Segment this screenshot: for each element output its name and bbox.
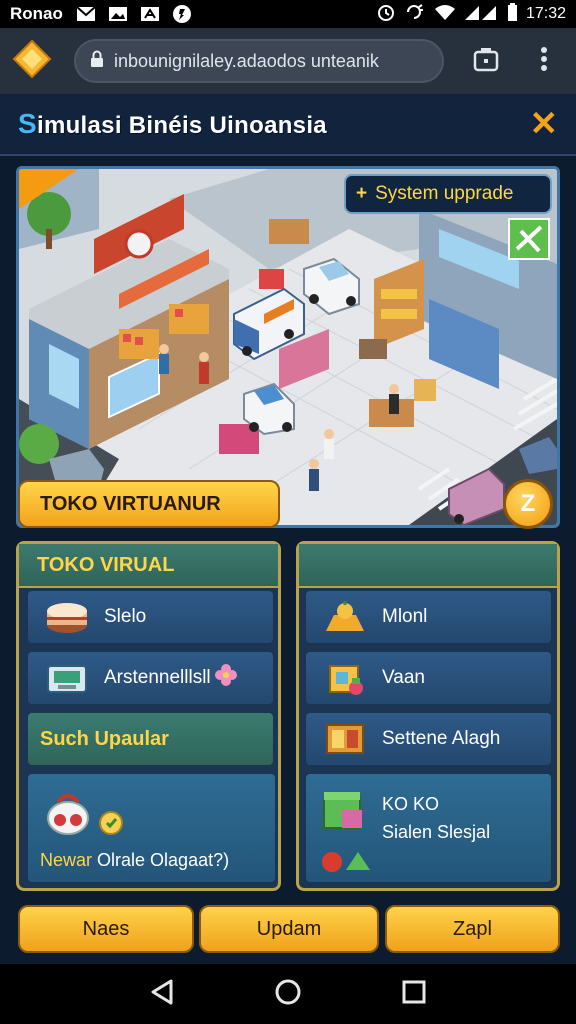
- lock-icon: [90, 50, 104, 73]
- status-bar: Ronao 17:32: [0, 0, 576, 28]
- carrier-name: Ronao: [10, 4, 63, 23]
- menu-item-slelo[interactable]: Slelo: [26, 589, 275, 645]
- featured-line-1: KO KO: [382, 794, 440, 814]
- menu-item-label: Vaan: [382, 667, 425, 688]
- title-first-letter: S: [18, 108, 37, 139]
- signal-icon: [464, 3, 498, 26]
- isometric-store-illustration: [19, 169, 557, 525]
- clock-time: 17:32: [525, 5, 566, 22]
- flight-icon: [139, 4, 161, 24]
- featured-line-2: Sialen Slesjal: [382, 822, 491, 842]
- menu-item-settene-alagh[interactable]: Settene Alagh: [304, 711, 553, 767]
- bottom-button-naes[interactable]: Naes: [18, 905, 194, 953]
- bottom-button-updam[interactable]: Updam: [199, 905, 379, 953]
- right-panel-header: [299, 544, 557, 588]
- store-banner-button[interactable]: TOKO VIRTUANUR: [18, 480, 280, 528]
- featured-prefix: Newar: [40, 850, 93, 870]
- plus-icon: +: [356, 183, 368, 204]
- overflow-menu-icon[interactable]: [540, 46, 548, 77]
- bottom-button-label: Naes: [82, 917, 130, 940]
- image-icon: [107, 4, 129, 24]
- title-rest: imulasi Binéis Uinoansia: [36, 112, 327, 139]
- featured-item-right-caption: KO KO Sialen Slesjal: [382, 790, 490, 846]
- menu-item-mlonl[interactable]: Mlonl: [304, 589, 553, 645]
- cash-register-icon: [44, 658, 90, 698]
- crate-icon: [322, 658, 368, 698]
- game-title-bar: Simulasi Binéis Uinoansia ✕: [0, 94, 576, 156]
- menu-item-label: Settene Alagh: [382, 728, 501, 749]
- wifi-icon: [434, 3, 456, 26]
- game-title: Simulasi Binéis Uinoansia: [18, 108, 327, 140]
- left-panel-title: TOKO VIRUAL: [19, 544, 278, 588]
- featured-item-left[interactable]: Newar Olrale Olagaat?): [26, 772, 277, 884]
- sub-header-such-upaular[interactable]: Such Upaular: [26, 711, 275, 767]
- home-icon[interactable]: [274, 978, 302, 1011]
- shelf-box-icon: [322, 719, 368, 759]
- system-upgrade-label: System upprade: [375, 183, 514, 204]
- green-crate-icon: [320, 788, 368, 839]
- teapot-icon: [44, 788, 92, 841]
- recents-icon[interactable]: [401, 979, 427, 1010]
- close-icon[interactable]: ✕: [530, 107, 559, 141]
- system-upgrade-button[interactable]: + System upprade: [344, 174, 552, 214]
- menu-item-label: Arstennelllsll: [104, 667, 211, 688]
- featured-item-right[interactable]: KO KO Sialen Slesjal: [304, 772, 553, 884]
- menu-item-label: Slelo: [104, 606, 147, 627]
- app-logo-icon[interactable]: [12, 39, 52, 84]
- battery-icon: [506, 2, 518, 27]
- featured-text: Olrale Olagaat?): [97, 850, 230, 870]
- browser-toolbar: inbounignilaley.adaodos unteanik: [0, 28, 576, 94]
- store-scene[interactable]: [16, 166, 560, 528]
- bottom-button-zapl[interactable]: Zapl: [385, 905, 560, 953]
- fruit-icon: [320, 848, 372, 879]
- tabs-icon[interactable]: [472, 45, 500, 78]
- menu-item-vaan[interactable]: Vaan: [304, 650, 553, 706]
- bottom-button-label: Zapl: [453, 917, 492, 940]
- coin-icon: [98, 810, 124, 841]
- back-icon[interactable]: [149, 978, 175, 1011]
- app-notification-icon: [171, 4, 193, 24]
- featured-item-left-caption: Newar Olrale Olagaat?): [40, 850, 229, 871]
- bottom-button-label: Updam: [256, 917, 322, 940]
- alarm-icon: [376, 2, 396, 27]
- level-badge-label: Z: [520, 490, 536, 517]
- mail-icon: [75, 4, 97, 24]
- level-badge[interactable]: Z: [503, 479, 553, 529]
- system-nav-bar: [0, 964, 576, 1024]
- menu-item-arstennelllsll[interactable]: Arstennelllsll: [26, 650, 275, 706]
- url-text: inbounignilaley.adaodos unteanik: [114, 50, 379, 71]
- cake-box-icon: [44, 597, 90, 637]
- store-banner-label: TOKO VIRTUANUR: [40, 492, 221, 515]
- url-bar[interactable]: inbounignilaley.adaodos unteanik: [74, 39, 444, 83]
- flower-icon: [214, 664, 237, 692]
- sync-icon: [404, 2, 426, 27]
- fruit-pile-icon: [322, 597, 368, 637]
- menu-item-label: Mlonl: [382, 606, 428, 627]
- sub-header-label: Such Upaular: [40, 727, 169, 750]
